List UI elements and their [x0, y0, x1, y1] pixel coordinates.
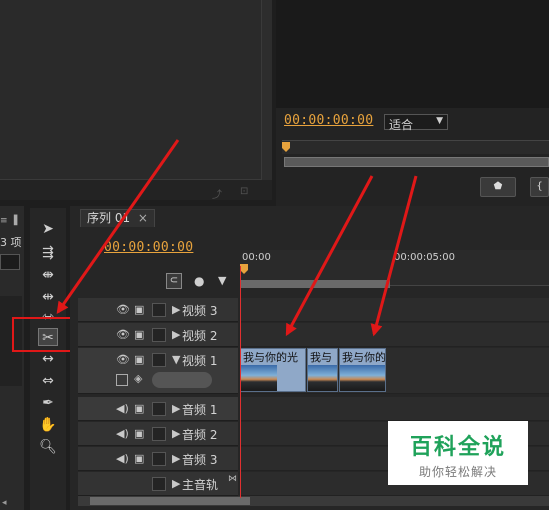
arrow-to-razor-tool	[56, 139, 180, 314]
arrow-to-clip-cut-2	[370, 175, 418, 337]
premiere-workspace: ⤴ ⊡ 00:00:00:00 适合 ▼ ⬟ { ≡ ▐ 3 项 ◂ ➤ ⇶ ⇼…	[0, 0, 549, 510]
watermark-subtitle: 助你轻松解决	[418, 465, 497, 479]
watermark-title: 百科全说	[409, 435, 506, 460]
watermark-logo: 百科全说 助你轻松解决	[388, 421, 528, 485]
arrow-to-clip-cut-1	[285, 175, 374, 337]
